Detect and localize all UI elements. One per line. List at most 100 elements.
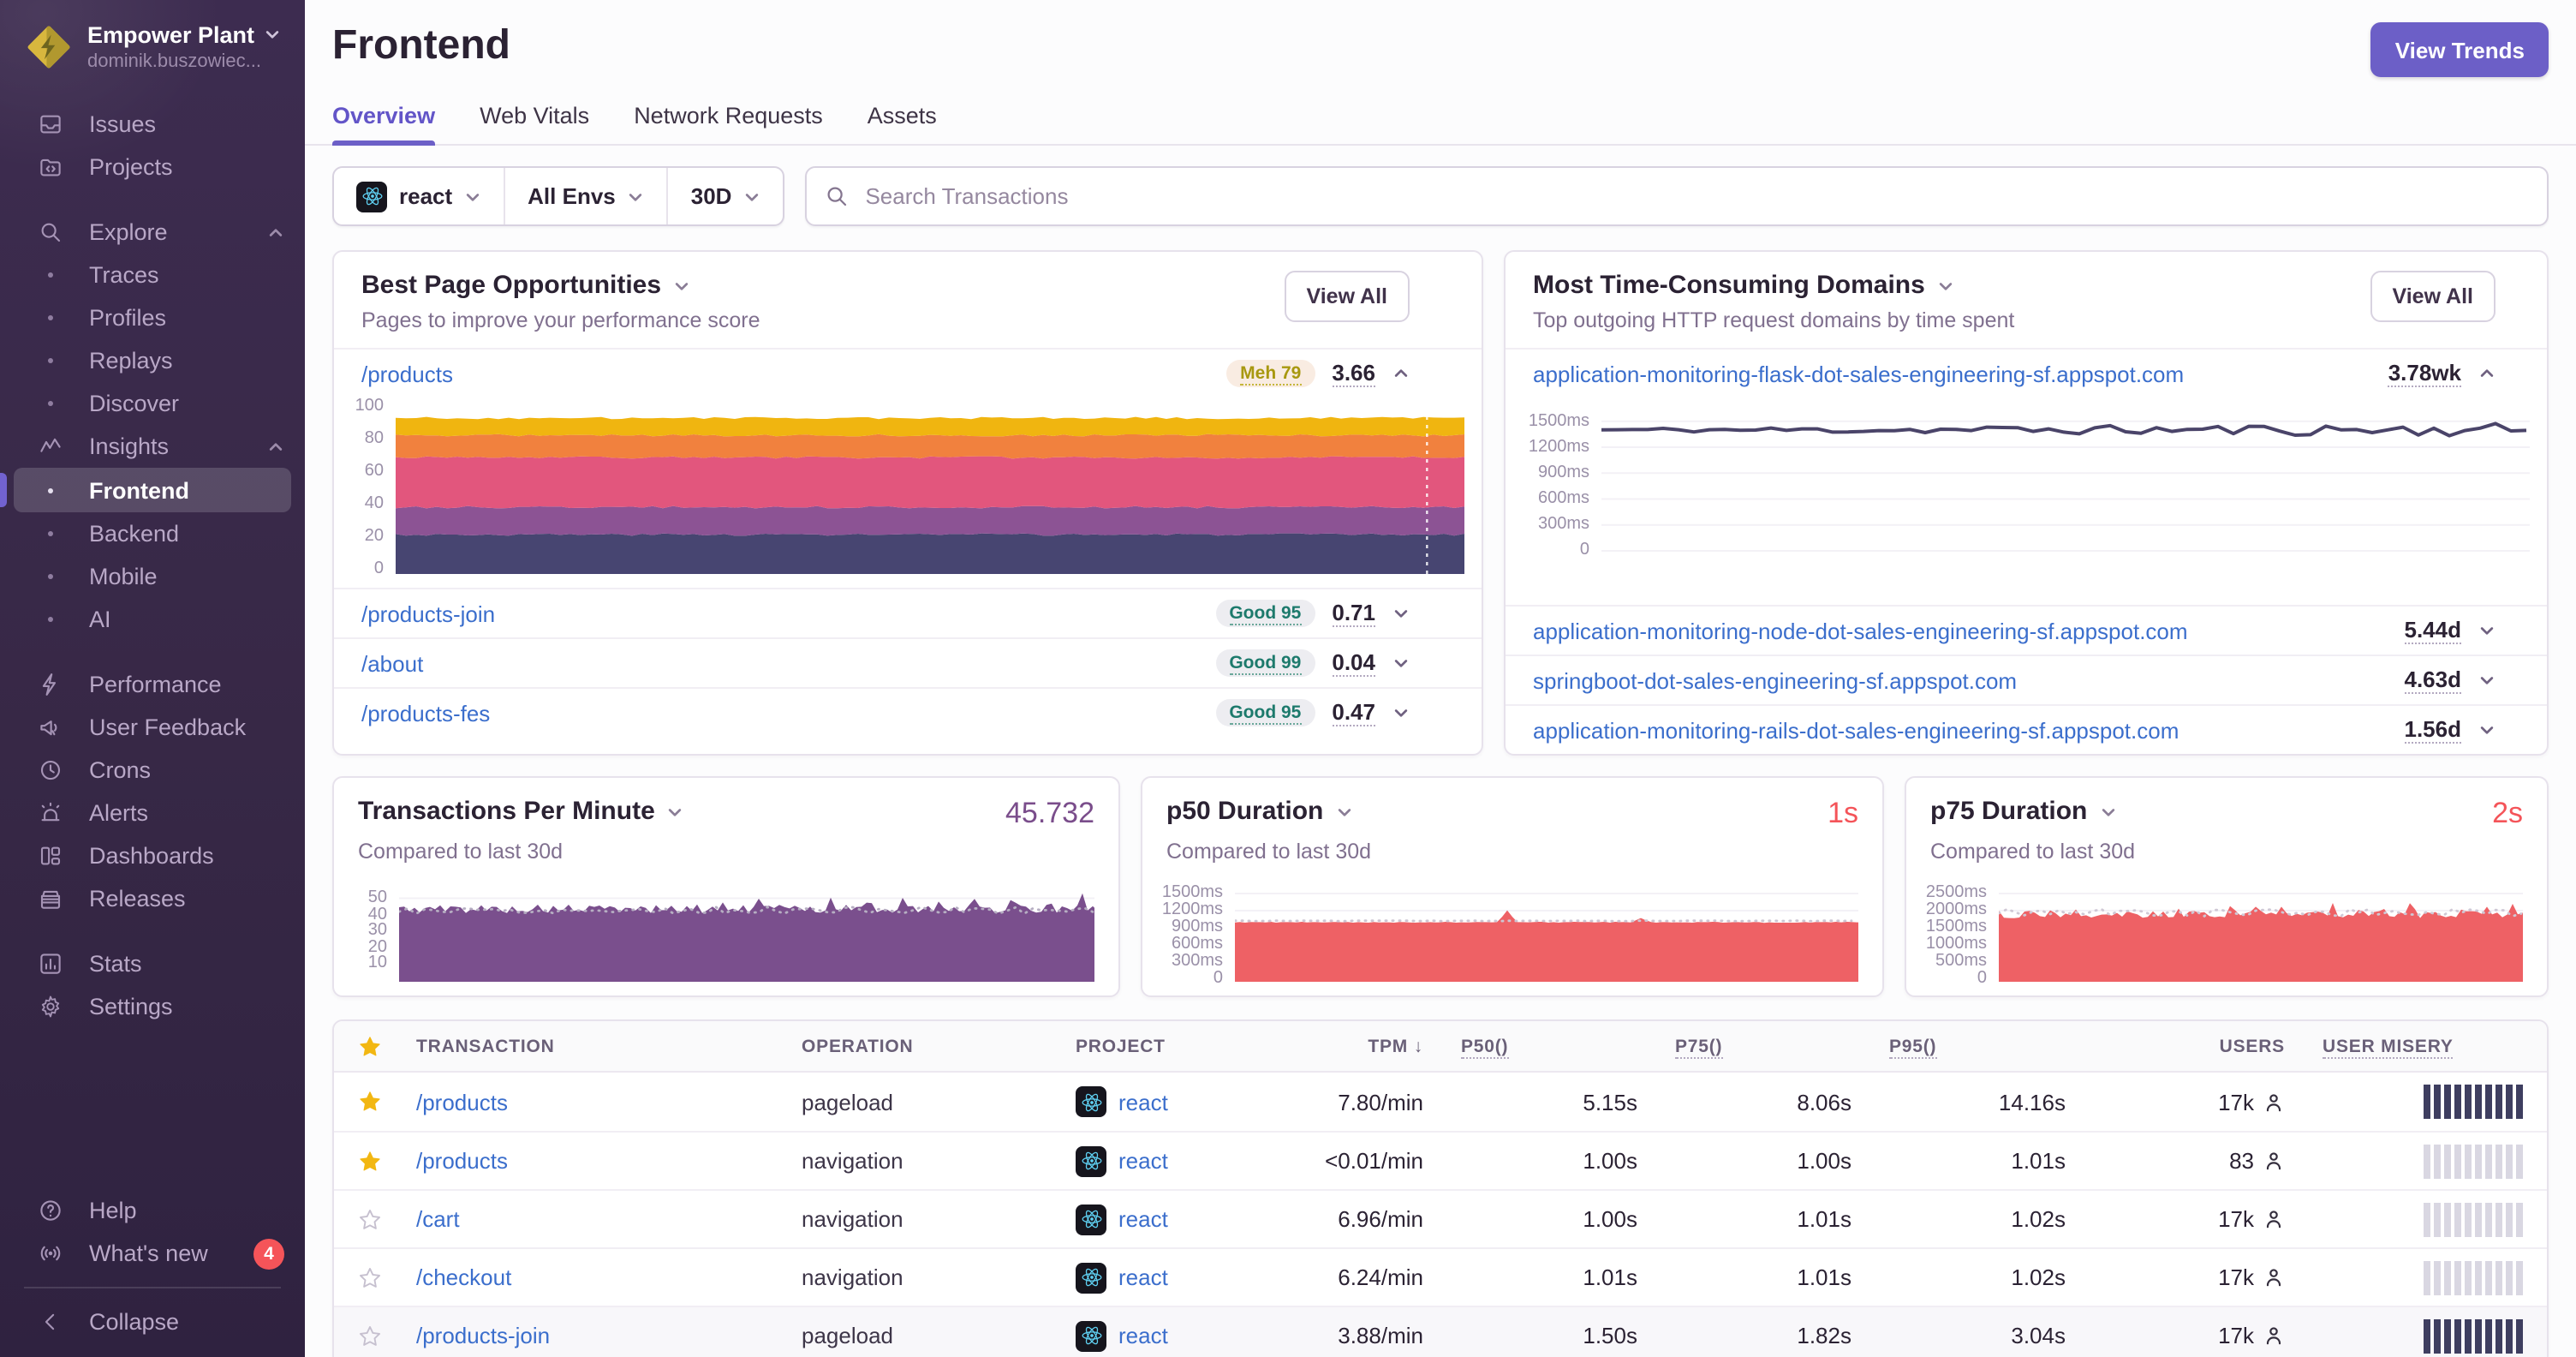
project-link[interactable]: react [1118, 1264, 1168, 1290]
tab-web-vitals[interactable]: Web Vitals [480, 103, 589, 144]
chart-plot [399, 886, 1094, 982]
transaction-link[interactable]: /checkout [416, 1264, 802, 1290]
chevron-down-icon[interactable] [667, 803, 684, 820]
org-user: dominik.buszowiec... [87, 51, 261, 72]
sidebar-item-collapse[interactable]: Collapse [0, 1300, 305, 1343]
sidebar-item-ai[interactable]: AI [0, 598, 305, 641]
transaction-link[interactable]: /products [416, 1089, 802, 1115]
sidebar-item-releases[interactable]: Releases [0, 877, 305, 920]
sidebar-item-backend[interactable]: Backend [0, 512, 305, 555]
column-header-transaction[interactable]: TRANSACTION [416, 1036, 802, 1056]
user-icon [2263, 1091, 2285, 1113]
column-header-p95[interactable]: P95() [1852, 1036, 2066, 1058]
p75-cell: 8.06s [1797, 1089, 1852, 1115]
sidebar-item-user-feedback[interactable]: User Feedback [0, 706, 305, 749]
chevron-down-icon[interactable] [1335, 803, 1352, 820]
opportunities-view-all-button[interactable]: View All [1284, 271, 1410, 322]
chevron-up-icon[interactable] [1392, 365, 1410, 382]
transaction-link[interactable]: /cart [416, 1206, 802, 1232]
sidebar-item-stats[interactable]: Stats [0, 942, 305, 985]
sidebar-item-projects[interactable]: Projects [0, 146, 305, 188]
domains-view-all-button[interactable]: View All [2370, 271, 2496, 322]
column-header-p75[interactable]: P75() [1637, 1036, 1852, 1058]
chevron-down-icon [263, 22, 280, 48]
date-range-filter[interactable]: 30D [666, 168, 784, 224]
dashboards-icon [36, 843, 63, 869]
transaction-link[interactable]: /products [416, 1148, 802, 1174]
domain-link[interactable]: springboot-dot-sales-engineering-sf.apps… [1533, 667, 2388, 693]
sidebar-item-traces[interactable]: Traces [0, 254, 305, 296]
project-link[interactable]: react [1118, 1323, 1168, 1348]
chevron-down-icon[interactable] [1392, 655, 1410, 672]
sidebar-item-what-s-new[interactable]: What's new 4 [0, 1232, 305, 1275]
page-link[interactable]: /products-join [361, 601, 1198, 626]
sidebar-item-mobile[interactable]: Mobile [0, 555, 305, 598]
transaction-link[interactable]: /products-join [416, 1323, 802, 1348]
environment-filter[interactable]: All Envs [504, 168, 667, 224]
column-header-users[interactable]: USERS [2066, 1036, 2285, 1056]
page-link[interactable]: /about [361, 650, 1198, 676]
opportunity-score: 0.47 [1332, 699, 1375, 726]
y-axis-tick: 1200ms [1161, 900, 1223, 920]
chevron-down-icon[interactable] [1937, 277, 1954, 294]
sidebar-item-settings[interactable]: Settings [0, 985, 305, 1028]
domain-row: application-monitoring-node-dot-sales-en… [1506, 605, 2547, 655]
chevron-down-icon [464, 188, 481, 205]
column-header-operation[interactable]: OPERATION [802, 1036, 1076, 1056]
column-header-p50[interactable]: P50() [1423, 1036, 1637, 1058]
sidebar-item-frontend[interactable]: Frontend [0, 468, 291, 512]
tab-assets[interactable]: Assets [868, 103, 937, 144]
tab-network-requests[interactable]: Network Requests [634, 103, 823, 144]
opportunity-row: /products-fes Good 95 0.47 [334, 687, 1482, 737]
chevron-down-icon[interactable] [2478, 721, 2496, 738]
tab-overview[interactable]: Overview [332, 103, 436, 146]
time-consuming-domains-card: Most Time-Consuming Domains Top outgoing… [1504, 250, 2549, 756]
sidebar-item-discover[interactable]: Discover [0, 382, 305, 425]
y-axis-labels: 100 80 60 40 20 0 [341, 397, 396, 578]
view-trends-button[interactable]: View Trends [2370, 22, 2549, 77]
sidebar-item-insights[interactable]: Insights [0, 425, 305, 468]
sidebar-item-explore[interactable]: Explore [0, 211, 305, 254]
users-cell: 17k [2066, 1264, 2285, 1290]
sidebar-item-crons[interactable]: Crons [0, 749, 305, 792]
sidebar-item-profiles[interactable]: Profiles [0, 296, 305, 339]
sidebar-item-performance[interactable]: Performance [0, 663, 305, 706]
sidebar-item-help[interactable]: Help [0, 1189, 305, 1232]
domain-link[interactable]: application-monitoring-flask-dot-sales-e… [1533, 361, 2371, 386]
page-link[interactable]: /products [361, 361, 1209, 386]
sidebar-item-alerts[interactable]: Alerts [0, 792, 305, 834]
y-axis-labels: 1500ms 1200ms 900ms 600ms 300ms 0 [1512, 411, 1601, 560]
project-link[interactable]: react [1118, 1148, 1168, 1174]
column-header-project[interactable]: PROJECT [1076, 1036, 1290, 1056]
chevron-down-icon[interactable] [2478, 622, 2496, 639]
star-empty-icon[interactable] [358, 1265, 416, 1289]
chevron-up-icon[interactable] [2478, 365, 2496, 382]
star-empty-icon[interactable] [358, 1207, 416, 1231]
chevron-down-icon[interactable] [1392, 605, 1410, 622]
column-header-user-misery[interactable]: USER MISERY [2285, 1036, 2523, 1058]
chevron-down-icon[interactable] [2478, 672, 2496, 689]
page-link[interactable]: /products-fes [361, 700, 1198, 726]
opportunity-row: /products Meh 79 3.66 [334, 348, 1482, 398]
p75-cell: 1.01s [1797, 1206, 1852, 1232]
y-axis-tick: 0 [1579, 541, 1589, 560]
domain-link[interactable]: application-monitoring-node-dot-sales-en… [1533, 618, 2388, 643]
chevron-down-icon[interactable] [673, 277, 690, 294]
project-link[interactable]: react [1118, 1206, 1168, 1232]
star-filled-icon[interactable] [358, 1149, 416, 1173]
sidebar-item-replays[interactable]: Replays [0, 339, 305, 382]
star-filled-icon[interactable] [358, 1090, 416, 1114]
project-filter[interactable]: react [334, 168, 504, 224]
star-empty-icon[interactable] [358, 1324, 416, 1348]
domain-link[interactable]: application-monitoring-rails-dot-sales-e… [1533, 717, 2388, 743]
tab-bar: Overview Web Vitals Network Requests Assets [332, 103, 2549, 146]
chevron-down-icon[interactable] [1392, 704, 1410, 721]
sidebar-item-issues[interactable]: Issues [0, 103, 305, 146]
chevron-down-icon[interactable] [2099, 803, 2116, 820]
column-header-tpm[interactable]: TPM ↓ [1290, 1036, 1423, 1056]
sidebar-item-dashboards[interactable]: Dashboards [0, 834, 305, 877]
user-icon [2263, 1208, 2285, 1230]
search-transactions-input[interactable] [805, 166, 2549, 226]
org-switcher[interactable]: Empower Plant dominik.buszowiec... [0, 0, 305, 89]
project-link[interactable]: react [1118, 1089, 1168, 1115]
